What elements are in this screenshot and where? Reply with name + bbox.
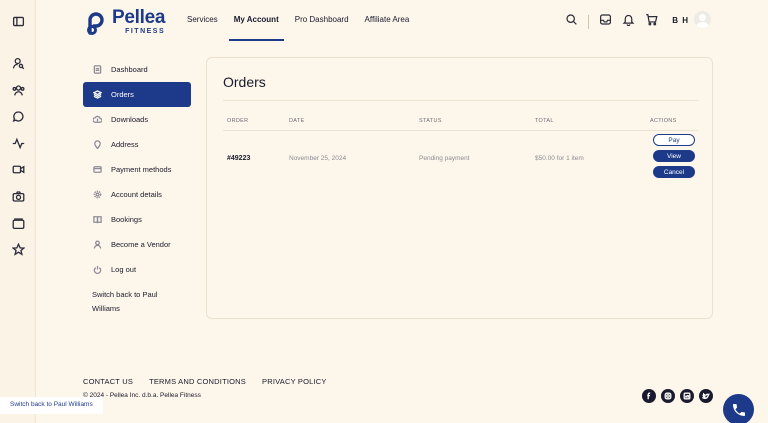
sidebar-item-label: Orders — [111, 90, 134, 99]
user-initials[interactable]: B H — [672, 16, 689, 25]
column-header-date: DATE — [289, 118, 305, 124]
avatar[interactable] — [694, 11, 711, 28]
order-total: $50.00 for 1 item — [535, 155, 584, 162]
sidebar-item-label: Address — [111, 140, 139, 149]
chat-icon[interactable] — [10, 108, 26, 124]
divider — [223, 130, 698, 131]
sidebar-item-account-details[interactable]: Account details — [83, 182, 191, 207]
brand-mark-icon — [87, 11, 104, 35]
nav-affiliate-area[interactable]: Affiliate Area — [365, 15, 410, 40]
sidebar-item-label: Downloads — [111, 115, 149, 124]
nav-my-account[interactable]: My Account — [228, 15, 284, 41]
footer-links: CONTACT US TERMS AND CONDITIONS PRIVACY … — [83, 377, 327, 386]
sidebar-item-label: Account details — [111, 190, 162, 199]
orders-icon — [92, 90, 102, 100]
orders-card: Orders ORDER DATE STATUS TOTAL ACTIONS #… — [206, 57, 713, 319]
sidebar-item-label: Become a Vendor — [111, 240, 171, 249]
twitter-icon[interactable] — [699, 389, 713, 403]
sidebar-item-dashboard[interactable]: Dashboard — [83, 57, 191, 82]
sidebar-item-downloads[interactable]: Downloads — [83, 107, 191, 132]
page-title: Orders — [223, 74, 266, 90]
sidebar-item-log-out[interactable]: Log out — [83, 257, 191, 282]
header-icons — [565, 13, 658, 31]
nav-pro-dashboard[interactable]: Pro Dashboard — [295, 15, 349, 40]
camera-icon[interactable] — [10, 188, 26, 204]
brand-logo[interactable]: Pellea FITNESS — [84, 8, 165, 35]
download-icon — [92, 115, 102, 125]
brand-subtitle: FITNESS — [125, 28, 166, 35]
activity-icon[interactable] — [10, 135, 26, 151]
user-search-icon[interactable] — [10, 55, 26, 71]
sidebar-item-label: Payment methods — [111, 165, 172, 174]
view-button[interactable]: View — [653, 150, 695, 162]
order-status: Pending payment — [419, 155, 470, 162]
users-icon[interactable] — [10, 82, 26, 98]
left-rail — [0, 0, 36, 423]
sidebar-item-label: Log out — [111, 265, 137, 274]
cancel-button[interactable]: Cancel — [653, 166, 695, 178]
footer-contact-link[interactable]: CONTACT US — [83, 377, 133, 386]
sidebar-toggle-icon[interactable] — [10, 13, 26, 29]
sidebar-item-payment-methods[interactable]: Payment methods — [83, 157, 191, 182]
phone-icon — [732, 403, 745, 416]
footer-terms-link[interactable]: TERMS AND CONDITIONS — [149, 377, 246, 386]
card-icon — [92, 165, 102, 175]
pay-button[interactable]: Pay — [653, 134, 695, 146]
order-date: November 25, 2024 — [289, 155, 347, 162]
brand-name: Pellea — [112, 7, 166, 28]
order-number-link[interactable]: #49223 — [227, 155, 250, 162]
video-icon[interactable] — [10, 161, 26, 177]
location-icon — [92, 140, 102, 150]
divider — [223, 100, 698, 101]
account-sidebar: Dashboard Orders Downloads Address Payme… — [83, 57, 191, 316]
inbox-icon[interactable] — [599, 13, 612, 31]
sidebar-item-orders[interactable]: Orders — [83, 82, 191, 107]
column-header-total: TOTAL — [535, 118, 554, 124]
sidebar-item-label: Dashboard — [111, 65, 148, 74]
main-nav: Services My Account Pro Dashboard Affili… — [187, 15, 410, 41]
column-header-order: ORDER — [227, 118, 249, 124]
nav-services[interactable]: Services — [187, 15, 218, 40]
facebook-icon[interactable] — [642, 389, 656, 403]
switch-back-bar[interactable]: Switch back to Paul Williams — [0, 397, 103, 414]
settings-icon — [92, 190, 102, 200]
power-icon — [92, 265, 102, 275]
folder-icon[interactable] — [10, 215, 26, 231]
column-header-status: STATUS — [419, 118, 442, 124]
cart-icon[interactable] — [645, 13, 658, 31]
linkedin-icon[interactable] — [680, 389, 694, 403]
sidebar-item-bookings[interactable]: Bookings — [83, 207, 191, 232]
user-icon — [92, 240, 102, 250]
sidebar-item-become-vendor[interactable]: Become a Vendor — [83, 232, 191, 257]
sidebar-item-address[interactable]: Address — [83, 132, 191, 157]
switch-back-link[interactable]: Switch back to Paul Williams — [83, 288, 173, 316]
header-divider — [588, 15, 589, 29]
footer-privacy-link[interactable]: PRIVACY POLICY — [262, 377, 327, 386]
dashboard-icon — [92, 65, 102, 75]
search-icon[interactable] — [565, 13, 578, 31]
sidebar-item-label: Bookings — [111, 215, 142, 224]
bell-icon[interactable] — [622, 13, 635, 31]
book-icon — [92, 215, 102, 225]
call-button[interactable] — [723, 394, 754, 423]
social-links — [642, 389, 713, 403]
column-header-actions: ACTIONS — [650, 118, 677, 124]
star-icon[interactable] — [10, 241, 26, 257]
instagram-icon[interactable] — [661, 389, 675, 403]
